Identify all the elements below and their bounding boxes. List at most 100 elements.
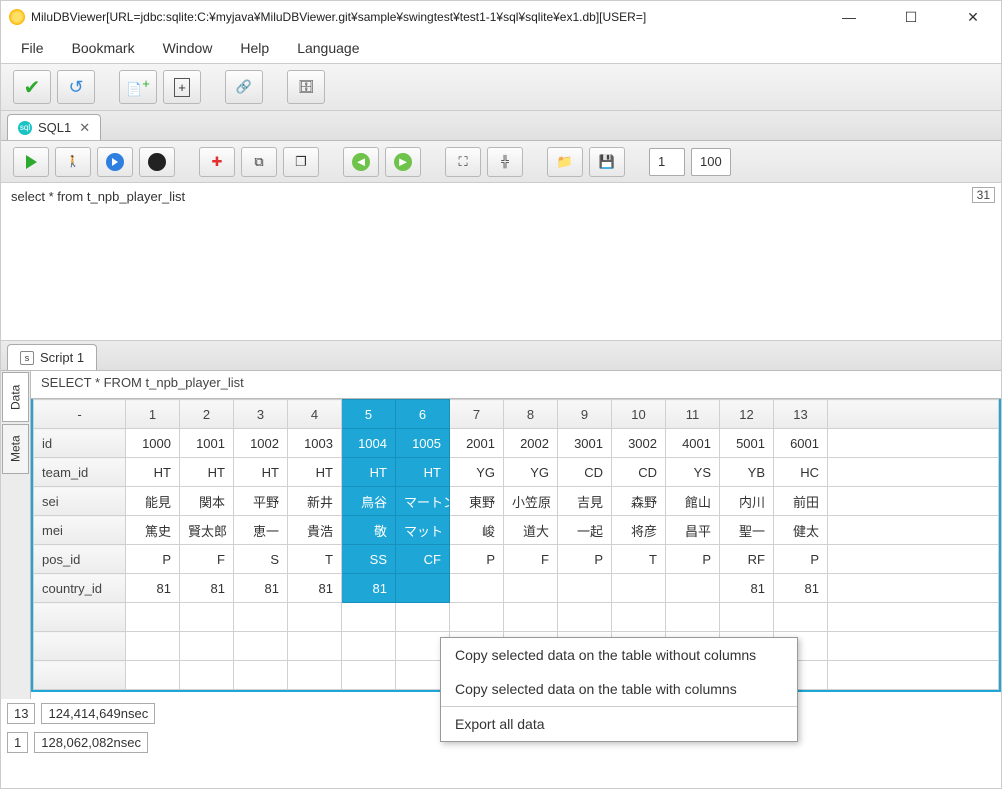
cell[interactable]: YS [666,458,720,487]
cell[interactable] [504,574,558,603]
cell[interactable]: 81 [288,574,342,603]
cell[interactable]: 1004 [342,429,396,458]
cell[interactable]: 平野 [234,487,288,516]
col-header[interactable]: 10 [612,400,666,429]
cell[interactable]: HC [774,458,828,487]
cell[interactable] [612,574,666,603]
cell[interactable]: 小笠原 [504,487,558,516]
cell[interactable]: 81 [774,574,828,603]
maximize-button[interactable]: ☐ [891,3,931,31]
sidetab-data[interactable]: Data [2,372,29,422]
cell[interactable]: 81 [126,574,180,603]
cell[interactable]: 吉見 [558,487,612,516]
cell[interactable]: RF [720,545,774,574]
cell[interactable]: 81 [720,574,774,603]
cell[interactable]: YB [720,458,774,487]
cell[interactable]: P [774,545,828,574]
col-header[interactable]: 8 [504,400,558,429]
col-header[interactable]: 12 [720,400,774,429]
cell[interactable]: HT [396,458,450,487]
cell[interactable]: S [234,545,288,574]
col-header[interactable]: 5 [342,400,396,429]
cell[interactable]: 1000 [126,429,180,458]
tab-close-icon[interactable]: ✕ [79,120,90,136]
cell[interactable]: P [666,545,720,574]
row-header[interactable]: id [34,429,126,458]
cell[interactable]: 3001 [558,429,612,458]
cell[interactable]: P [126,545,180,574]
cell[interactable]: 篤史 [126,516,180,545]
collapse-button[interactable]: ╬ [487,147,523,177]
close-button[interactable]: ✕ [953,3,993,31]
cell[interactable]: 2002 [504,429,558,458]
cell[interactable]: HT [180,458,234,487]
row-header[interactable]: country_id [34,574,126,603]
cell[interactable]: F [180,545,234,574]
cell[interactable]: T [612,545,666,574]
save-button[interactable]: 💾 [589,147,625,177]
col-header[interactable]: 13 [774,400,828,429]
prev-button[interactable]: ◄ [343,147,379,177]
col-header[interactable]: 9 [558,400,612,429]
explain-button[interactable]: 🚶 [55,147,91,177]
cell[interactable]: 2001 [450,429,504,458]
cell[interactable]: HT [342,458,396,487]
cell[interactable]: 1005 [396,429,450,458]
cell[interactable]: 峻 [450,516,504,545]
cell[interactable]: 道大 [504,516,558,545]
cell[interactable]: SS [342,545,396,574]
cell[interactable]: 1003 [288,429,342,458]
cell[interactable]: T [288,545,342,574]
cell[interactable]: HT [288,458,342,487]
cell[interactable]: F [504,545,558,574]
cell[interactable]: 3002 [612,429,666,458]
cell[interactable]: CD [612,458,666,487]
menu-file[interactable]: File [21,40,44,56]
offset-input[interactable]: 1 [649,148,685,176]
cell[interactable]: 能見 [126,487,180,516]
cell[interactable]: 新井 [288,487,342,516]
rollback-button[interactable]: ↺ [57,70,95,104]
database-button[interactable]: 🗄 [287,70,325,104]
record-button[interactable] [139,147,175,177]
fullscreen-button[interactable]: ⛶ [445,147,481,177]
row-header[interactable]: sei [34,487,126,516]
commit-button[interactable]: ✔ [13,70,51,104]
cell[interactable]: 賢太郎 [180,516,234,545]
cell[interactable]: 関本 [180,487,234,516]
cell[interactable]: P [558,545,612,574]
col-header[interactable]: 1 [126,400,180,429]
cell[interactable]: 81 [342,574,396,603]
cell[interactable] [666,574,720,603]
cell[interactable]: 健太 [774,516,828,545]
paste-button[interactable]: ❐ [283,147,319,177]
ctx-export-all[interactable]: Export all data [441,707,797,741]
run-script-button[interactable] [97,147,133,177]
cell[interactable]: 81 [234,574,288,603]
cell[interactable]: CD [558,458,612,487]
cell[interactable]: 聖一 [720,516,774,545]
cell[interactable]: 5001 [720,429,774,458]
cell[interactable]: HT [126,458,180,487]
cell[interactable]: 昌平 [666,516,720,545]
cell[interactable] [558,574,612,603]
ctx-copy-no-cols[interactable]: Copy selected data on the table without … [441,638,797,672]
cell[interactable]: マット [396,516,450,545]
cell[interactable]: 1001 [180,429,234,458]
col-header[interactable]: 4 [288,400,342,429]
menu-language[interactable]: Language [297,40,359,56]
cell[interactable]: CF [396,545,450,574]
col-header[interactable]: 2 [180,400,234,429]
menu-help[interactable]: Help [240,40,269,56]
cell[interactable]: 恵一 [234,516,288,545]
cell[interactable]: 森野 [612,487,666,516]
open-folder-button[interactable]: 📁 [547,147,583,177]
cell[interactable]: 一起 [558,516,612,545]
cell[interactable]: 鳥谷 [342,487,396,516]
cell[interactable] [450,574,504,603]
tab-sql1[interactable]: sql SQL1 ✕ [7,114,101,140]
cell[interactable]: YG [450,458,504,487]
minimize-button[interactable]: — [829,3,869,31]
cell[interactable]: 内川 [720,487,774,516]
cell[interactable]: 敬 [342,516,396,545]
